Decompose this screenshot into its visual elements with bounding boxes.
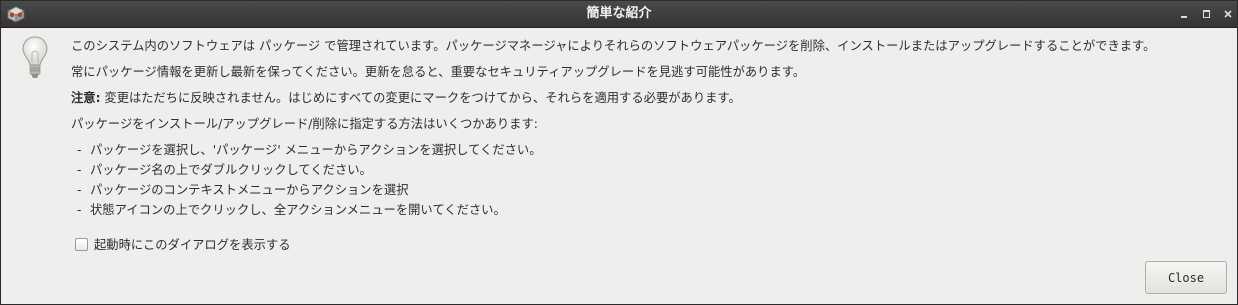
close-icon — [1224, 10, 1232, 18]
intro-dialog: 簡単な紹介 このシステム内のソフトウェアは パッケージ で管理されています。パッ… — [0, 0, 1238, 305]
show-on-startup-option[interactable]: 起動時にこのダイアログを表示する — [75, 235, 291, 253]
close-button[interactable]: Close — [1145, 261, 1227, 294]
lightbulb-icon — [21, 35, 49, 83]
show-on-startup-label[interactable]: 起動時にこのダイアログを表示する — [94, 235, 291, 253]
intro-text: このシステム内のソフトウェアは パッケージ で管理されています。パッケージマネー… — [71, 39, 1156, 53]
note-paragraph: 注意: 変更はただちに反映されません。はじめにすべての変更にマークをつけてから、… — [71, 89, 1227, 115]
note-label: 注意: — [71, 91, 101, 105]
minimize-icon — [1181, 16, 1187, 18]
show-on-startup-checkbox[interactable] — [75, 237, 88, 251]
list-item: - 状態アイコンの上でクリックし、全アクションメニューを開いてください。 — [77, 203, 506, 217]
window-close-button[interactable] — [1219, 5, 1237, 23]
list-item: - パッケージを選択し、'パッケージ' メニューからアクションを選択してください。 — [77, 143, 542, 157]
maximize-button[interactable] — [1197, 5, 1215, 23]
window-title: 簡単な紹介 — [586, 6, 652, 21]
list-item: - パッケージのコンテキストメニューからアクションを選択 — [77, 183, 409, 197]
list-item: - パッケージ名の上でダブルクリックしてください。 — [77, 163, 372, 177]
note-text: 変更はただちに反映されません。はじめにすべての変更にマークをつけてから、それらを… — [100, 91, 741, 105]
title-bar[interactable]: 簡単な紹介 — [1, 1, 1237, 28]
update-advice-text: 常にパッケージ情報を更新し最新を保ってください。更新を怠ると、重要なセキュリティ… — [71, 65, 806, 79]
minimize-button[interactable] — [1175, 5, 1193, 23]
methods-intro-text: パッケージをインストール/アップグレード/削除に指定する方法はいくつかあります: — [71, 117, 538, 131]
dialog-content: このシステム内のソフトウェアは パッケージ で管理されています。パッケージマネー… — [71, 37, 1227, 221]
maximize-icon — [1202, 10, 1210, 18]
methods-list: - パッケージを選択し、'パッケージ' メニューからアクションを選択してください。… — [71, 141, 1227, 221]
